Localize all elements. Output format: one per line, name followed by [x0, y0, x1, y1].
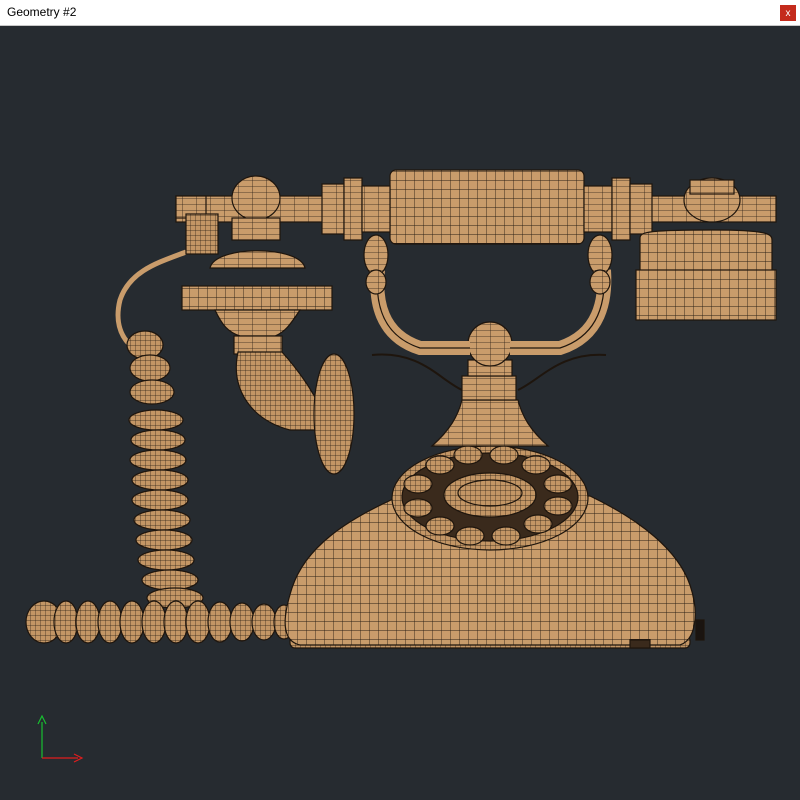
window-title: Geometry #2 [7, 5, 77, 19]
close-button[interactable]: x [780, 5, 796, 21]
viewport-background [0, 26, 800, 800]
geometry-window: Geometry #2 x [0, 0, 800, 800]
3d-viewport[interactable] [0, 26, 800, 800]
title-bar: Geometry #2 x [0, 0, 800, 26]
rotary-dial[interactable] [391, 445, 589, 551]
